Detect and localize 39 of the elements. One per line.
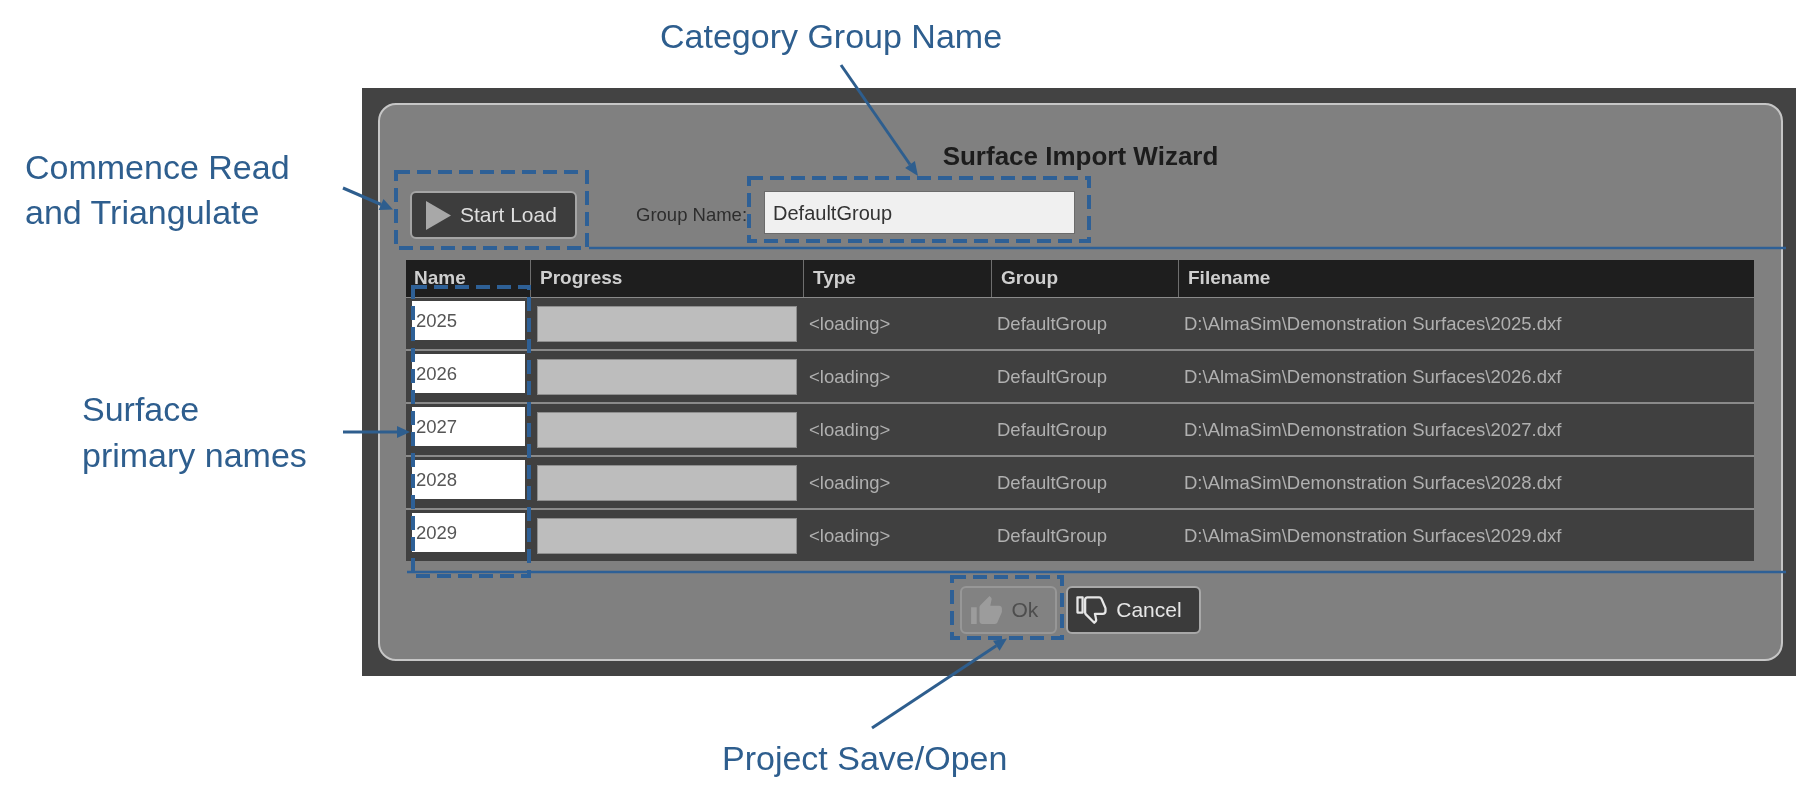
- name-field[interactable]: 2028: [412, 460, 525, 499]
- filename-cell-text: D:\AlmaSim\Demonstration Surfaces\2026.dxf: [1183, 364, 1563, 389]
- type-cell-text: <loading>: [808, 311, 892, 336]
- type-cell-text: <loading>: [808, 364, 892, 389]
- filename-cell-text: D:\AlmaSim\Demonstration Surfaces\2027.dxf: [1183, 417, 1563, 442]
- column-header: Type: [803, 260, 991, 297]
- thumbs-up-icon: [971, 596, 1003, 624]
- name-field[interactable]: 2026: [412, 354, 525, 393]
- callout-label: Surface primary names: [82, 389, 308, 476]
- field-label: Group Name:: [636, 203, 748, 228]
- filename-cell-text: D:\AlmaSim\Demonstration Surfaces\2029.dxf: [1183, 523, 1563, 548]
- filename-cell-text: D:\AlmaSim\Demonstration Surfaces\2028.dxf: [1183, 470, 1563, 495]
- name-field[interactable]: 2029: [412, 513, 525, 552]
- callout-label: Commence Read and Triangulate: [25, 147, 291, 233]
- group-cell-text: DefaultGroup: [996, 470, 1109, 495]
- name-field[interactable]: 2025: [412, 301, 525, 340]
- column-header: Progress: [530, 260, 803, 297]
- column-header: Filename: [1178, 260, 1754, 297]
- type-cell-text: <loading>: [808, 417, 892, 442]
- group-cell-text: DefaultGroup: [996, 311, 1109, 336]
- callout-label: Category Group Name: [660, 16, 1003, 56]
- type-cell-text: <loading>: [808, 523, 892, 548]
- filename-cell-text: D:\AlmaSim\Demonstration Surfaces\2025.dxf: [1183, 311, 1563, 336]
- group-name-field[interactable]: DefaultGroup: [764, 191, 1076, 234]
- cancel-button[interactable]: Cancel: [1066, 586, 1201, 634]
- column-header: Name: [413, 266, 467, 291]
- start-load-button[interactable]: Start Load: [410, 191, 577, 239]
- group-cell-text: DefaultGroup: [996, 364, 1109, 389]
- group-cell-text: DefaultGroup: [996, 523, 1109, 548]
- type-cell-text: <loading>: [808, 470, 892, 495]
- callout-arrow: [343, 426, 410, 438]
- name-field[interactable]: 2027: [412, 407, 525, 446]
- play-icon: [426, 200, 451, 230]
- callout-label: Project Save/Open: [722, 738, 1008, 778]
- group-cell-text: DefaultGroup: [996, 417, 1109, 442]
- column-header: Group: [991, 260, 1178, 297]
- thumbs-down-icon: [1076, 596, 1108, 624]
- callout-arrow: [342, 186, 393, 210]
- dialog-title: Surface Import Wizard: [942, 141, 1219, 171]
